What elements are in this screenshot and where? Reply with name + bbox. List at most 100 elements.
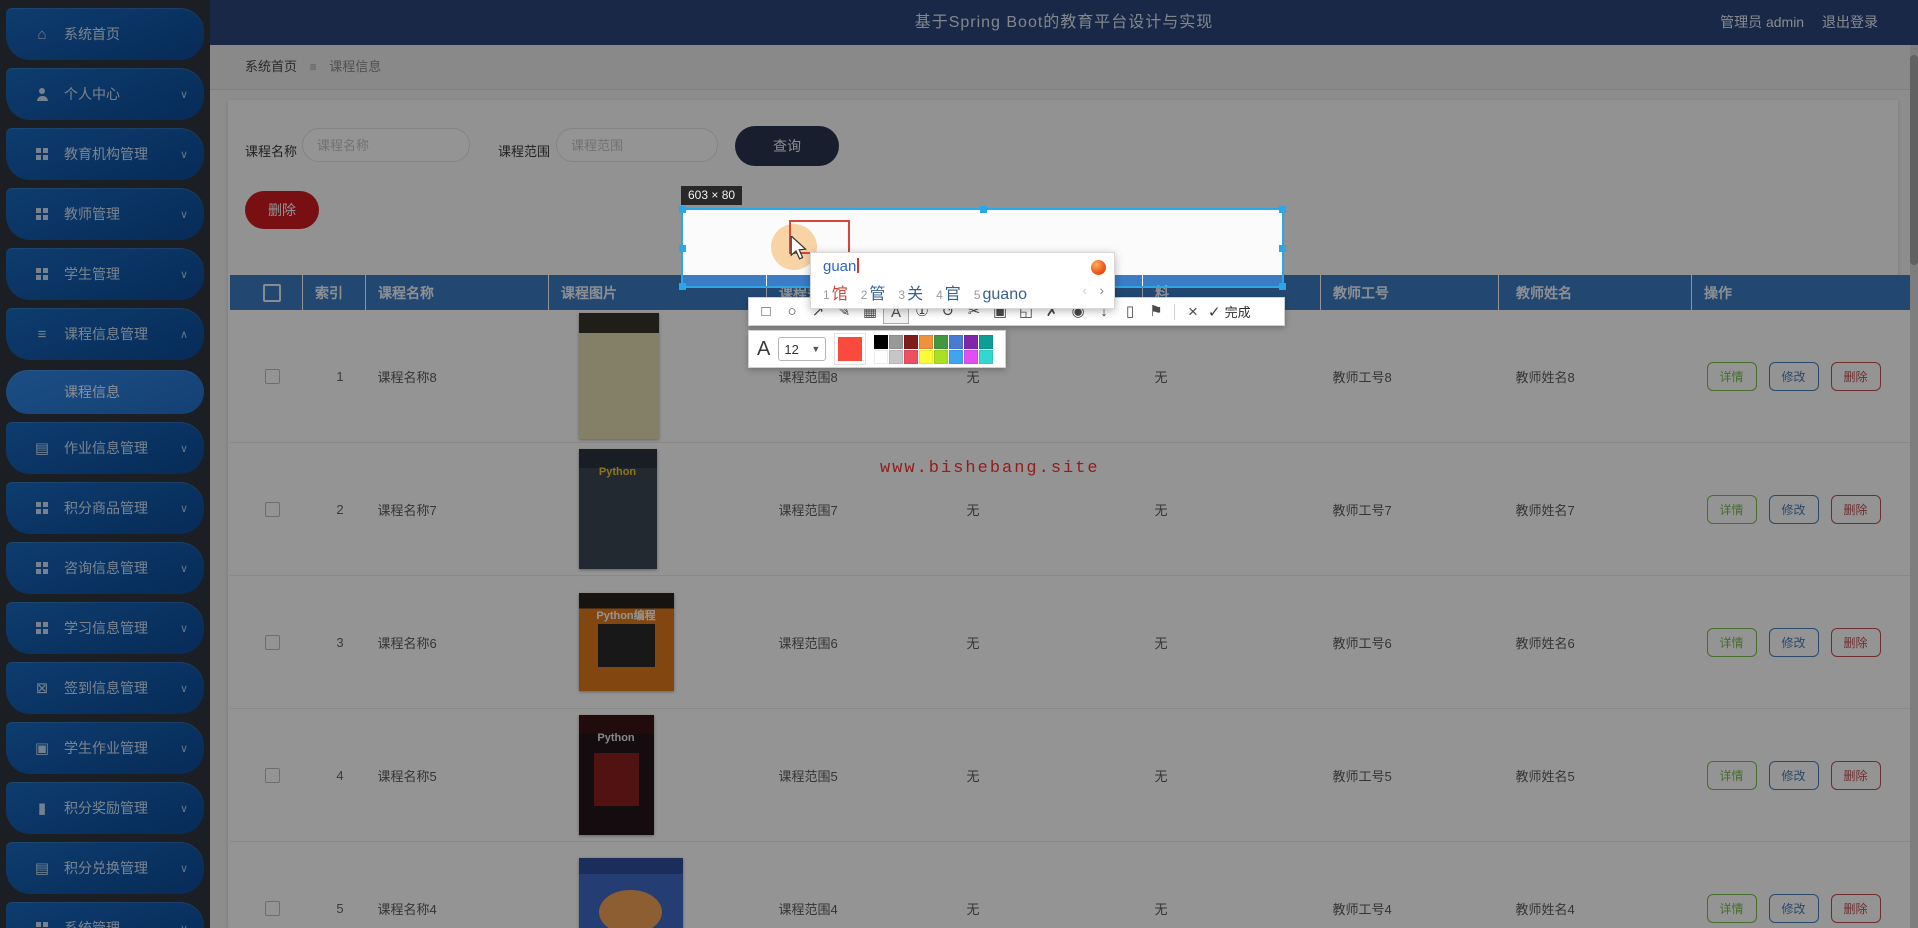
row-checkbox[interactable] xyxy=(264,767,280,783)
palette-color[interactable] xyxy=(979,349,994,364)
sidebar-item-homework-mgmt[interactable]: ▤ 作业信息管理 ∨ xyxy=(6,422,204,474)
edit-button[interactable]: 修改 xyxy=(1768,494,1819,524)
selection-handle[interactable] xyxy=(1279,245,1286,252)
sidebar-item-profile[interactable]: 个人中心 ∨ xyxy=(6,68,204,120)
grid-icon xyxy=(32,502,52,514)
selection-handle[interactable] xyxy=(679,206,686,213)
palette-color[interactable] xyxy=(934,334,949,349)
delete-row-button[interactable]: 删除 xyxy=(1830,893,1881,923)
detail-button[interactable]: 详情 xyxy=(1706,760,1757,790)
palette-color[interactable] xyxy=(874,334,889,349)
selection-handle[interactable] xyxy=(1279,283,1286,290)
ellipse-icon[interactable]: ○ xyxy=(779,300,805,324)
breadcrumb-home[interactable]: 系统首页 xyxy=(245,59,297,74)
select-all-checkbox[interactable] xyxy=(263,283,281,302)
sidebar-item-consult-mgmt[interactable]: 咨询信息管理 ∨ xyxy=(6,542,204,594)
app-window: ⌂ 系统首页个人中心 ∨ 教育机构管理 ∨ 教师管理 ∨ 学生管理 ∨ ≡ 课程信息管理 ∧ 课程信息 ▤… xyxy=(0,0,1918,928)
course-cover-image: Python xyxy=(578,715,654,835)
detail-button[interactable]: 详情 xyxy=(1706,893,1757,923)
edit-button[interactable]: 修改 xyxy=(1768,760,1819,790)
sidebar-item-student-mgmt[interactable]: 学生管理 ∨ xyxy=(6,248,204,300)
detail-button[interactable]: 详情 xyxy=(1706,494,1757,524)
row-checkbox[interactable] xyxy=(264,634,280,650)
palette-color[interactable] xyxy=(904,349,919,364)
course-scope-input[interactable] xyxy=(556,128,718,162)
palette-color[interactable] xyxy=(904,334,919,349)
vertical-scrollbar[interactable] xyxy=(1910,45,1918,928)
done-button[interactable]: ✓ 完成 xyxy=(1208,302,1251,321)
palette-color[interactable] xyxy=(934,349,949,364)
sidebar-item-course-info-mgmt[interactable]: ≡ 课程信息管理 ∧ xyxy=(6,308,204,360)
ime-candidate[interactable]: 1馆 xyxy=(823,280,848,304)
table-row: 3 课程名称6 Python编程 课程范围6 无无教师工号6 教师姓名6 详情 修改 删除 xyxy=(230,575,1918,709)
palette-color[interactable] xyxy=(919,334,934,349)
breadcrumb-separator-icon: ≡ xyxy=(309,60,317,74)
palette-color[interactable] xyxy=(889,349,904,364)
scrollbar-thumb[interactable] xyxy=(1910,55,1918,265)
row-checkbox[interactable] xyxy=(264,368,280,384)
course-table: 索引 课程名称 课程图片 课程范围 料 教师工号 教师姓名 操作 1 课程名称8 课… xyxy=(230,275,1918,928)
detail-button[interactable]: 详情 xyxy=(1706,361,1757,391)
delete-button[interactable]: 删除 xyxy=(245,191,319,229)
palette-color[interactable] xyxy=(889,334,904,349)
ime-candidate[interactable]: 3关 xyxy=(898,280,923,304)
grid-icon xyxy=(32,268,52,280)
select-all-header[interactable] xyxy=(230,275,303,310)
current-color-well[interactable] xyxy=(834,333,867,365)
delete-row-button[interactable]: 删除 xyxy=(1830,494,1881,524)
bookmark-icon[interactable]: ⚑ xyxy=(1143,300,1169,324)
sidebar-item-points-goods-mgmt[interactable]: 积分商品管理 ∨ xyxy=(6,482,204,534)
detail-button[interactable]: 详情 xyxy=(1706,627,1757,657)
palette-color[interactable] xyxy=(964,349,979,364)
palette-color[interactable] xyxy=(919,349,934,364)
font-size-select[interactable]: 12 ▼ xyxy=(778,337,827,361)
ime-candidate[interactable]: 5 guano xyxy=(974,286,1027,304)
selection-handle[interactable] xyxy=(1279,206,1286,213)
ime-input-text: guan xyxy=(823,258,857,275)
ime-candidate[interactable]: 2管 xyxy=(861,280,886,304)
delete-row-button[interactable]: 删除 xyxy=(1830,760,1881,790)
course-name-input[interactable] xyxy=(302,128,470,162)
sidebar-item-checkin-mgmt[interactable]: ⊠ 签到信息管理 ∨ xyxy=(6,662,204,714)
ime-candidate[interactable]: 4官 xyxy=(936,280,961,304)
cell-teacher-id: 教师工号6 xyxy=(1320,575,1499,709)
sidebar-item-course-info[interactable]: 课程信息 xyxy=(6,370,204,414)
sidebar-item-study-info-mgmt[interactable]: 学习信息管理 ∨ xyxy=(6,602,204,654)
cell-teacher-name: 教师姓名5 xyxy=(1498,708,1692,842)
edit-button[interactable]: 修改 xyxy=(1768,893,1819,923)
sidebar-item-org-mgmt[interactable]: 教育机构管理 ∨ xyxy=(6,128,204,180)
course-name-label: 课程名称 xyxy=(245,144,298,159)
sidebar-item-points-exchange-mgmt[interactable]: ▤ 积分兑换管理 ∨ xyxy=(6,842,204,894)
font-style-icon: A xyxy=(757,337,771,360)
chevron-down-icon: ∨ xyxy=(179,442,188,455)
palette-color[interactable] xyxy=(874,349,889,364)
delete-row-button[interactable]: 删除 xyxy=(1830,627,1881,657)
palette-color[interactable] xyxy=(949,334,964,349)
selection-handle[interactable] xyxy=(679,283,686,290)
toolbar-divider xyxy=(1174,303,1175,320)
phone-icon[interactable]: ▯ xyxy=(1117,300,1143,324)
sidebar-item-home[interactable]: ⌂ 系统首页 xyxy=(6,8,204,60)
rect-icon[interactable]: □ xyxy=(753,300,779,324)
sidebar-item-points-reward-mgmt[interactable]: ▮ 积分奖励管理 ∨ xyxy=(6,782,204,834)
palette-color[interactable] xyxy=(964,334,979,349)
delete-row-button[interactable]: 删除 xyxy=(1830,361,1881,391)
row-checkbox[interactable] xyxy=(264,900,280,916)
row-checkbox[interactable] xyxy=(264,501,280,517)
ime-prev-page-icon[interactable]: ‹ xyxy=(1082,282,1087,298)
ime-logo-icon[interactable] xyxy=(1091,260,1106,275)
ime-next-page-icon[interactable]: › xyxy=(1099,282,1104,298)
sidebar-item-student-homework-mgmt[interactable]: ▣ 学生作业管理 ∨ xyxy=(6,722,204,774)
sidebar-item-system-mgmt[interactable]: 系统管理 ∨ xyxy=(6,902,204,928)
palette-color[interactable] xyxy=(949,349,964,364)
palette-color[interactable] xyxy=(979,334,994,349)
edit-button[interactable]: 修改 xyxy=(1768,627,1819,657)
logout-link[interactable]: 退出登录 xyxy=(1822,14,1878,30)
search-button[interactable]: 查询 xyxy=(735,126,839,166)
edit-button[interactable]: 修改 xyxy=(1768,361,1819,391)
selection-handle[interactable] xyxy=(679,245,686,252)
selection-handle[interactable] xyxy=(979,206,987,213)
table-row: 4 课程名称5 Python 课程范围5 无无教师工号5 教师姓名5 详情 修改 删除 xyxy=(230,708,1918,842)
sidebar-item-teacher-mgmt[interactable]: 教师管理 ∨ xyxy=(6,188,204,240)
close-icon[interactable]: × xyxy=(1180,300,1206,324)
